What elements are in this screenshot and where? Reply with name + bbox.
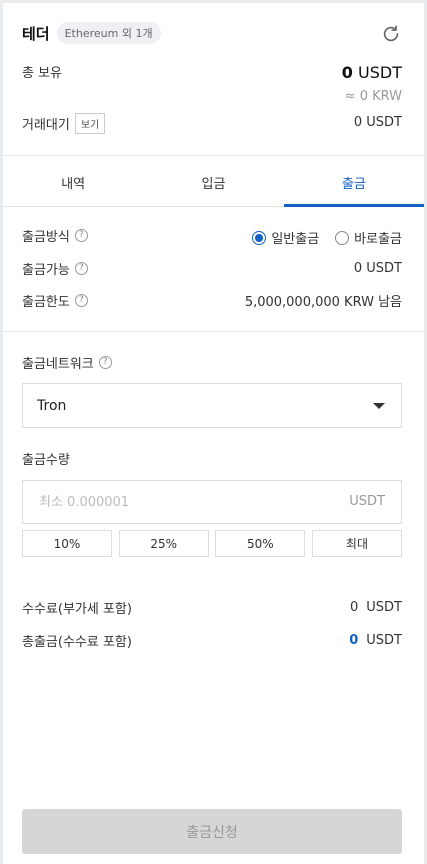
percent-50-button[interactable]: 50% (215, 530, 306, 557)
radio-normal-withdraw[interactable]: 일반출금 (252, 228, 319, 247)
percent-buttons: 10% 25% 50% 최대 (22, 530, 402, 557)
radio-unchecked-icon (335, 230, 350, 245)
krw-equivalent: ≈ 0 KRW (345, 89, 402, 104)
method-label: 출금방식 (22, 229, 70, 245)
total-withdraw-unit: USDT (366, 632, 402, 648)
help-icon[interactable]: ? (74, 293, 88, 307)
percent-25-button[interactable]: 25% (118, 530, 209, 557)
available-value: 0 USDT (353, 260, 402, 276)
total-holding-unit: USDT (358, 63, 402, 82)
total-withdraw-row: 총출금(수수료 포함) (22, 631, 132, 650)
available-row: 출금가능 ? (22, 259, 88, 278)
limit-row: 출금한도 ? (22, 291, 88, 310)
network-select[interactable]: Tron (22, 383, 402, 428)
available-amount: 0 USDT (354, 259, 402, 277)
coin-name: 테더 (22, 24, 50, 43)
help-icon[interactable]: ? (98, 355, 112, 369)
help-icon[interactable]: ? (74, 261, 88, 275)
fee-row: 수수료(부가세 포함) (22, 598, 132, 617)
amount-row: 출금수량 (22, 449, 70, 468)
radio-instant-withdraw[interactable]: 바로출금 (335, 228, 402, 247)
amount-input[interactable] (23, 481, 323, 523)
help-icon[interactable]: ? (74, 228, 88, 242)
amount-input-box: USDT (22, 480, 402, 524)
total-withdraw-amount: 0 USDT (349, 631, 402, 649)
radio-instant-label: 바로출금 (354, 232, 402, 247)
pending-amount: 0 USDT (354, 115, 402, 130)
network-chip[interactable]: Ethereum 외 1개 (56, 22, 161, 44)
coin-header: 테더 Ethereum 외 1개 (22, 21, 161, 45)
divider (3, 155, 424, 156)
withdraw-panel: 테더 Ethereum 외 1개 총 보유 0 USDT ≈ 0 KRW 거래대… (3, 3, 425, 864)
network-row: 출금네트워크 ? (22, 353, 112, 372)
total-withdraw-value: 0 (349, 632, 359, 648)
limit-amount: 5,000,000,000 KRW 남음 (244, 291, 402, 310)
refresh-icon[interactable] (380, 23, 402, 45)
submit-withdraw-button[interactable]: 출금신청 (22, 809, 402, 854)
radio-normal-label: 일반출금 (271, 232, 320, 247)
fee-value: 0 (350, 599, 359, 615)
total-holding-label: 총 보유 (22, 66, 63, 81)
method-radio-group: 일반출금 바로출금 (252, 228, 402, 247)
total-holding-amount: 0 USDT (342, 63, 402, 82)
radio-checked-icon (252, 230, 267, 245)
available-label: 출금가능 (22, 262, 70, 278)
divider (3, 331, 424, 332)
tab-deposit[interactable]: 입금 (143, 159, 283, 206)
pending-label: 거래대기 (22, 118, 70, 133)
pending-row: 거래대기 보기 (22, 113, 106, 134)
method-row: 출금방식 ? (22, 226, 88, 245)
tab-withdraw[interactable]: 출금 (283, 159, 425, 207)
tab-history[interactable]: 내역 (3, 159, 143, 206)
limit-value: 5,000,000,000 KRW 남음 (244, 294, 402, 310)
amount-label: 출금수량 (22, 452, 70, 468)
pending-value: 0 USDT (353, 115, 402, 130)
amount-unit: USDT (349, 494, 385, 509)
view-pending-button[interactable]: 보기 (74, 113, 106, 134)
fee-unit: USDT (366, 599, 402, 615)
total-holding-value: 0 (341, 63, 353, 82)
percent-10-button[interactable]: 10% (22, 530, 112, 557)
max-button[interactable]: 최대 (311, 530, 402, 557)
network-label: 출금네트워크 (22, 356, 94, 372)
limit-label: 출금한도 (22, 294, 70, 310)
caret-down-icon (373, 403, 385, 409)
krw-value: ≈ 0 KRW (344, 89, 402, 104)
fee-amount: 0 USDT (350, 598, 402, 616)
network-selected-value: Tron (37, 397, 67, 414)
tab-bar: 내역 입금 출금 (3, 159, 425, 207)
total-withdraw-label: 총출금(수수료 포함) (22, 634, 132, 650)
total-holding-label-row: 총 보유 (22, 62, 62, 81)
fee-label: 수수료(부가세 포함) (22, 601, 132, 617)
